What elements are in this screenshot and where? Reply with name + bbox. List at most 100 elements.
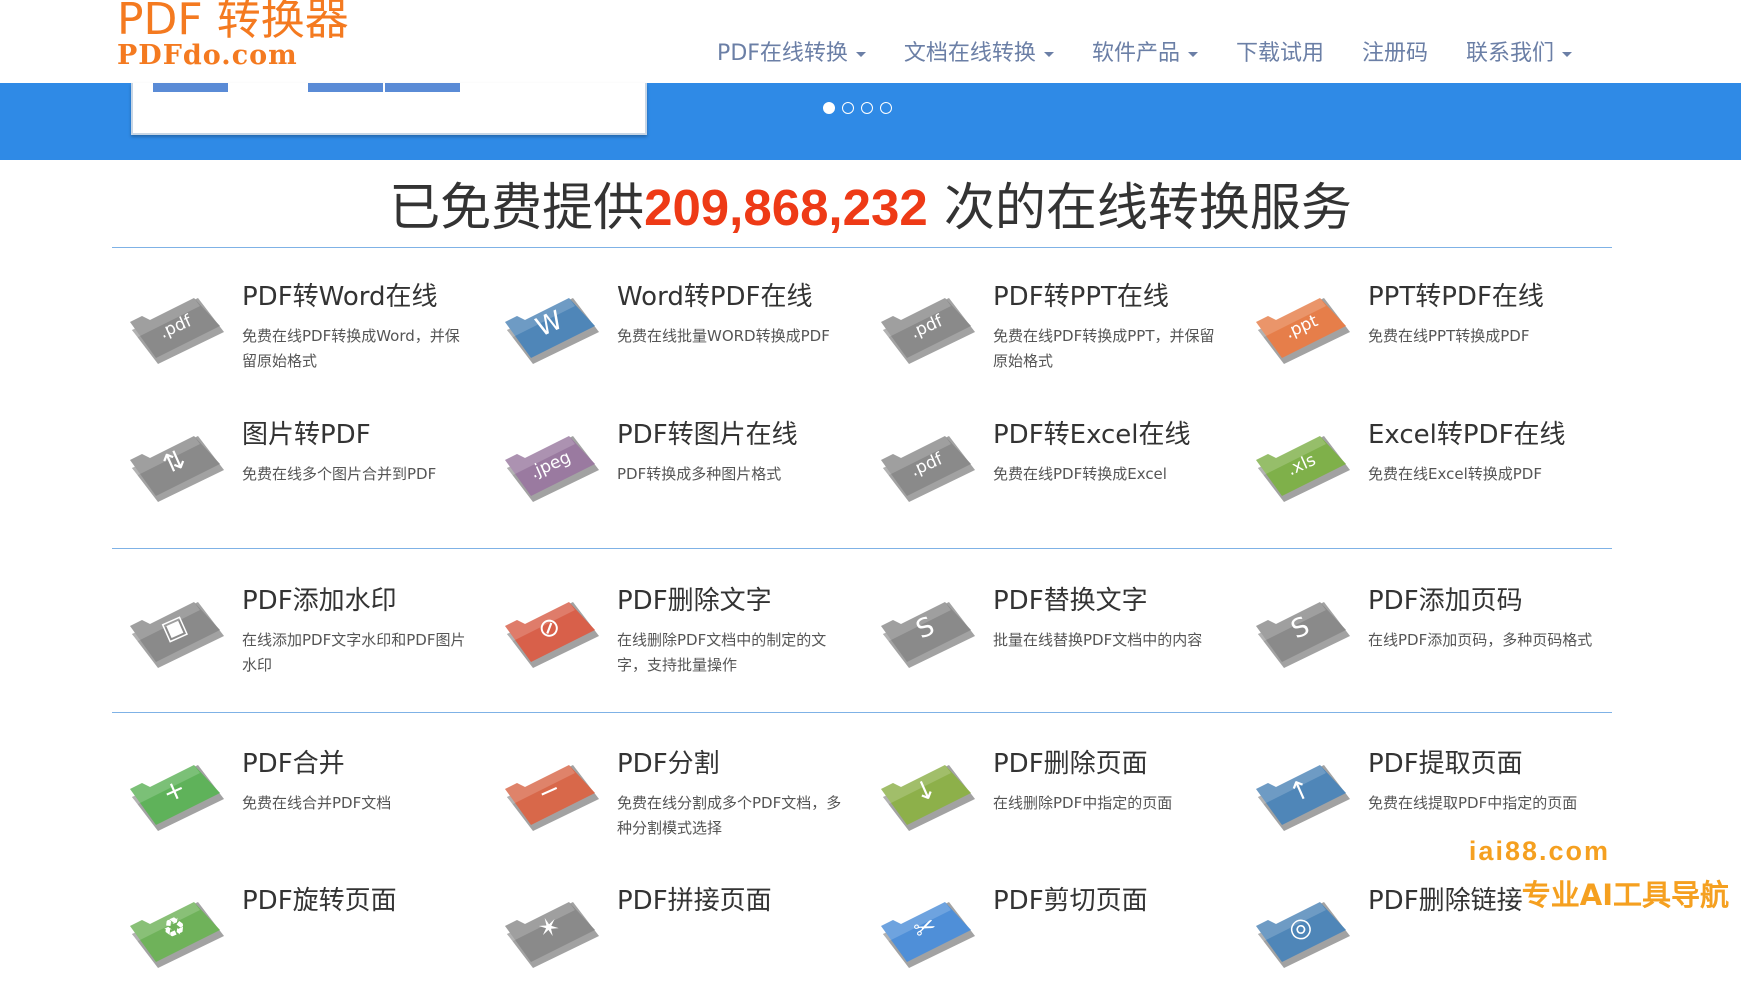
caret-down-icon [1562,51,1572,57]
tool-title[interactable]: Excel转PDF在线 [1368,418,1566,452]
caret-down-icon [1043,51,1054,57]
tool-description: 免费在线Excel转换成PDF [1368,465,1542,483]
tool-item[interactable]: − PDF分割免费在线分割成多个PDF文档，多种分割模式选择 [487,747,847,857]
tool-title[interactable]: PDF转图片在线 [617,418,798,452]
tool-title[interactable]: PDF合并 [242,747,345,781]
tool-title[interactable]: PDF替换文字 [993,584,1148,618]
join-folder-icon: ✶ [505,902,599,968]
tool-description: 免费在线PPT转换成PDF [1368,327,1530,345]
nav-item[interactable]: 注册码 [1343,36,1447,72]
divider [112,247,1612,248]
tool-description: 免费在线分割成多个PDF文档，多种分割模式选择 [617,794,842,837]
replace-text-folder-icon: S [881,602,975,668]
carousel-dot[interactable] [861,102,873,114]
tool-title[interactable]: PDF拼接页面 [617,884,772,918]
tool-item[interactable]: W Word转PDF在线 免费在线批量WORD转换成PDF [487,280,847,390]
nav-item-label: PDF在线转换 [717,41,848,66]
tool-item[interactable]: ⇅ 图片转PDF 免费在线多个图片合并到PDF [112,418,472,528]
tool-title[interactable]: PDF转Word在线 [242,280,437,314]
tool-title[interactable]: PDF提取页面 [1368,747,1523,781]
tool-title[interactable]: PDF转PPT在线 [993,280,1169,314]
tool-description: 免费在线PDF转换成PPT，并保留原始格式 [993,327,1215,370]
tool-item[interactable]: ▣ PDF添加水印 在线添加PDF文字水印和PDF图片水印 [112,584,472,694]
tool-item[interactable]: S PDF替换文字批量在线替换PDF文档中的内容 [863,584,1223,694]
tool-title[interactable]: PDF剪切页面 [993,884,1148,918]
nav-item-label: 注册码 [1361,41,1428,66]
image-folder-icon: ⇅ [130,436,224,502]
tool-item[interactable]: ⊘ PDF删除文字在线删除PDF文档中的制定的文字，支持批量操作 [487,584,847,694]
service-counter: 已免费提供209,868,232 次的在线转换服务 [0,176,1741,241]
logo-sub-text: PDFdo.com [117,40,298,71]
tool-description: 免费在线合并PDF文档 [242,794,392,812]
tool-title[interactable]: PDF添加页码 [1368,584,1523,618]
tool-title[interactable]: PDF旋转页面 [242,884,397,918]
tool-item[interactable]: .ppt PPT转PDF在线 免费在线PPT转换成PDF [1238,280,1598,390]
extract-page-folder-icon: ↑ [1256,765,1350,831]
tool-item[interactable]: .pdf PDF转PPT在线 免费在线PDF转换成PPT，并保留原始格式 [863,280,1223,390]
tool-description: 在线PDF添加页码，多种页码格式 [1368,631,1593,649]
tool-description: 免费在线提取PDF中指定的页面 [1368,794,1578,812]
tool-item[interactable]: .jpeg PDF转图片在线 PDF转换成多种图片格式 [487,418,847,528]
nav-item-label: 联系我们 [1465,41,1554,66]
split-folder-icon: − [505,765,599,831]
tool-description: 在线删除PDF文档中的制定的文字，支持批量操作 [617,631,827,674]
tool-item[interactable]: ♻ PDF旋转页面 [112,884,472,994]
carousel-dot[interactable] [842,102,854,114]
site-logo[interactable]: PDF 转换器 PDFdo.com [117,0,349,71]
pdf-folder-icon: .pdf [881,436,975,502]
tool-title[interactable]: PDF添加水印 [242,584,397,618]
nav-item[interactable]: 文档在线转换 [885,36,1073,72]
nav-item[interactable]: PDF在线转换 [698,36,885,72]
logo-main-text: PDF 转换器 [117,0,349,45]
tool-item[interactable]: .pdf PDF转Excel在线免费在线PDF转换成Excel [863,418,1223,528]
nav-item[interactable]: 软件产品 [1073,36,1217,72]
tool-item[interactable]: ↓ PDF删除页面 在线删除PDF中指定的页面 [863,747,1223,857]
caret-down-icon [1187,51,1198,57]
watermark-url: iai88.com [1468,836,1610,866]
nav-item[interactable]: 联系我们 [1447,36,1591,72]
tool-description: 批量在线替换PDF文档中的内容 [993,631,1203,649]
tool-description: 在线删除PDF中指定的页面 [993,794,1173,812]
tool-title[interactable]: 图片转PDF [242,418,371,452]
rotate-folder-icon: ♻ [130,902,224,968]
main-nav: PDF在线转换 文档在线转换 软件产品 下载试用 注册码 联系我们 [698,36,1591,72]
tool-item[interactable]: .xls Excel转PDF在线免费在线Excel转换成PDF [1238,418,1598,528]
tool-title[interactable]: PDF删除文字 [617,584,772,618]
tool-title[interactable]: PDF删除页面 [993,747,1148,781]
tool-description: 免费在线批量WORD转换成PDF [617,327,830,345]
merge-folder-icon: + [130,765,224,831]
hero-banner [0,83,1741,160]
banner-screenshot[interactable] [131,83,647,135]
tool-description: 免费在线多个图片合并到PDF [242,465,437,483]
delete-text-folder-icon: ⊘ [505,602,599,668]
counter-prefix: 已免费提供 [389,179,645,238]
tool-title[interactable]: PDF分割 [617,747,720,781]
jpeg-folder-icon: .jpeg [505,436,599,502]
nav-item-label: 文档在线转换 [903,41,1036,66]
tool-title[interactable]: PPT转PDF在线 [1368,280,1544,314]
tool-item[interactable]: S PDF添加页码在线PDF添加页码，多种页码格式 [1238,584,1598,694]
tool-item[interactable]: ✶ PDF拼接页面 [487,884,847,994]
tool-item[interactable]: + PDF合并免费在线合并PDF文档 [112,747,472,857]
counter-suffix: 次的在线转换服务 [927,179,1352,238]
cut-page-icon: ✂ [881,902,975,968]
nav-item[interactable]: 下载试用 [1217,36,1343,72]
pdf-folder-icon: .pdf [130,298,224,364]
tool-description: 免费在线PDF转换成Excel [993,465,1167,483]
nav-item-label: 下载试用 [1235,41,1324,66]
delete-link-folder-icon: ◎ [1256,902,1350,968]
xls-folder-icon: .xls [1256,436,1350,502]
divider [112,712,1612,713]
site-header: PDF 转换器 PDFdo.com PDF在线转换 文档在线转换 软件产品 下载试用 注… [0,0,1741,83]
page-number-folder-icon: S [1256,602,1350,668]
tool-title[interactable]: PDF删除链接 [1368,884,1523,918]
tool-description: 免费在线PDF转换成Word，并保留原始格式 [242,327,460,370]
tool-title[interactable]: PDF转Excel在线 [993,418,1191,452]
carousel-dot[interactable] [823,102,835,114]
tool-item[interactable]: .pdf PDF转Word在线免费在线PDF转换成Word，并保留原始格式 [112,280,472,390]
tool-description: 在线添加PDF文字水印和PDF图片水印 [242,631,466,674]
tool-title[interactable]: Word转PDF在线 [617,280,812,314]
carousel-dot[interactable] [880,102,892,114]
tool-item[interactable]: ✂ PDF剪切页面 [863,884,1223,994]
counter-number: 209,868,232 [644,179,928,236]
